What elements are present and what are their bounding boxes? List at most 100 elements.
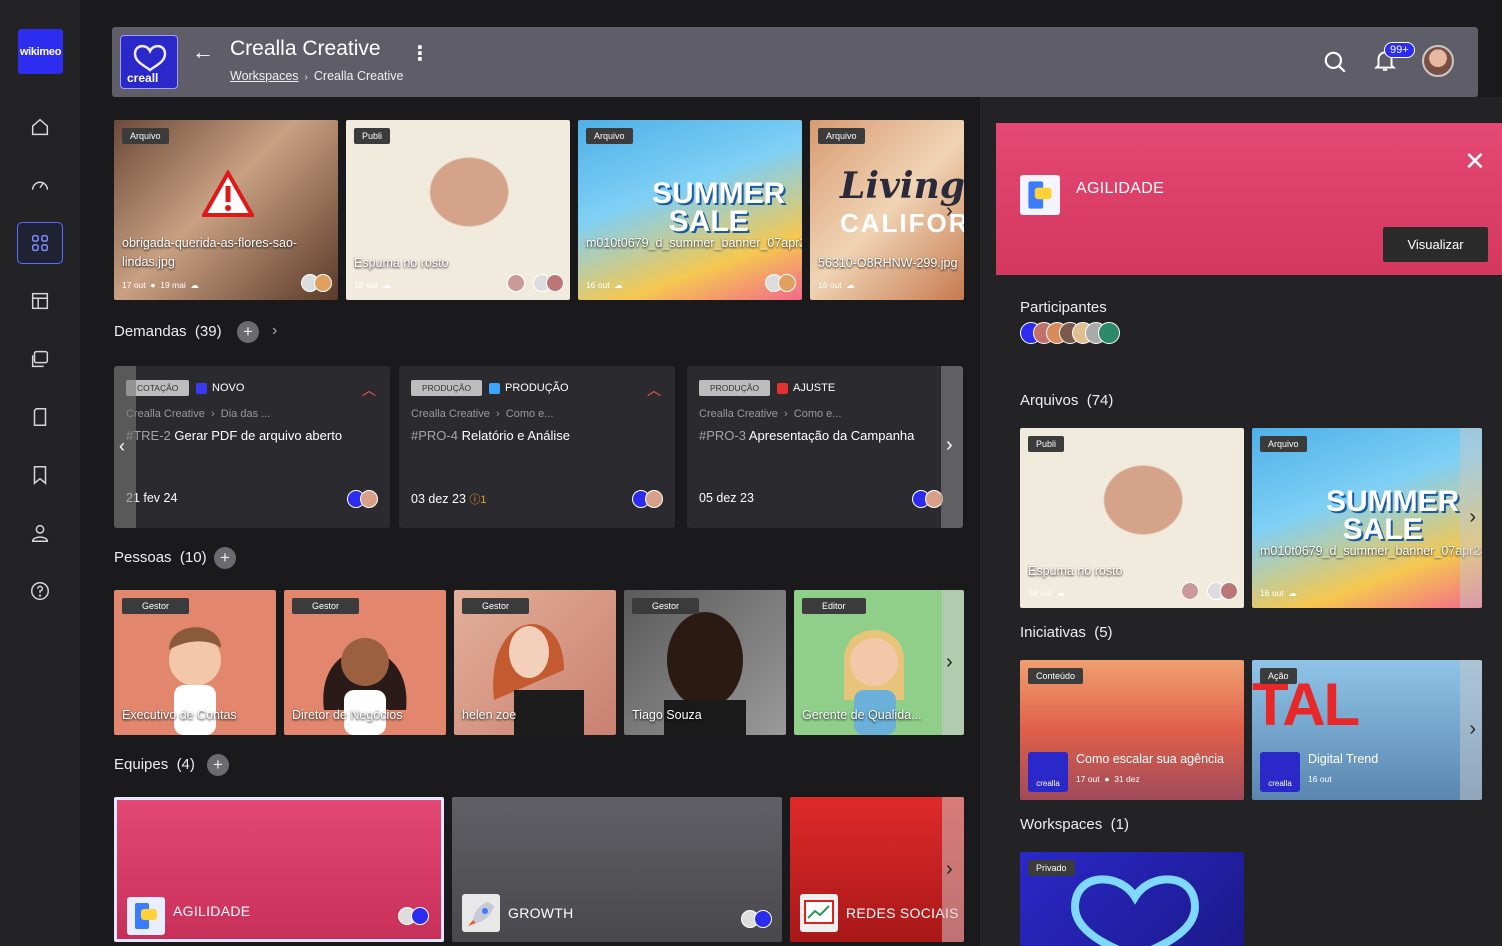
document-icon[interactable] — [17, 396, 63, 438]
file-name: Espuma no rosto — [1028, 564, 1123, 578]
warning-icon — [200, 168, 256, 223]
team-card[interactable]: GROWTH — [452, 797, 782, 942]
file-date: 18 out ☁ — [1028, 588, 1065, 598]
task-name: #PRO-3 Apresentação da Campanha — [699, 428, 915, 443]
task-path: Crealla Creative › Dia das ... — [126, 408, 271, 420]
workspace-logo-text: creall — [127, 71, 159, 85]
breadcrumb-workspaces-link[interactable]: Workspaces — [230, 69, 299, 83]
person-card[interactable]: Editor Gerente de Qualida... — [794, 590, 964, 735]
file-name: Espuma no rosto — [354, 256, 449, 270]
initiative-type-chip: Ação — [1260, 668, 1297, 684]
status-color-icon — [196, 382, 207, 394]
workspaces-grid-icon[interactable] — [17, 222, 63, 264]
file-card[interactable]: Publi Espuma no rosto 18 out ☁ — [1020, 428, 1244, 608]
add-pessoa-button[interactable]: + — [214, 547, 236, 569]
file-type-chip: Arquivo — [1260, 436, 1307, 452]
task-card[interactable]: COTAÇÃO NOVO ︿ Crealla Creative › Dia da… — [114, 366, 390, 528]
file-card[interactable]: Arquivo obrigada-querida-as-flores-sao-l… — [114, 120, 338, 300]
task-card[interactable]: PRODUÇÃO AJUSTE Crealla Creative › Como … — [687, 366, 963, 528]
task-type-chip: PRODUÇÃO — [699, 380, 771, 396]
file-card[interactable]: Publi Espuma no rosto 18 out ☁ — [346, 120, 570, 300]
task-date: 05 dez 23 — [699, 491, 754, 505]
status-color-icon — [777, 382, 788, 394]
add-demanda-button[interactable]: + — [237, 321, 259, 343]
bookmark-icon[interactable] — [17, 454, 63, 496]
initiative-card[interactable]: TAL Ação crealla Digital Trend 16 out › — [1252, 660, 1482, 800]
file-type-chip: Publi — [354, 128, 391, 144]
carousel-next-icon[interactable]: › — [1469, 718, 1476, 741]
file-date: 16 out ☁ — [818, 280, 855, 290]
file-name: m010t0679_d_summer_banner_07apr23.jpg — [1260, 544, 1482, 558]
collapse-caret-icon[interactable]: ︿ — [362, 380, 376, 400]
avatar — [645, 490, 663, 508]
stack-icon[interactable] — [17, 338, 63, 380]
app-logo[interactable]: wikimeo — [18, 29, 63, 74]
file-date: 17 out ● 19 mai ☁ — [122, 280, 199, 290]
avatar — [1220, 582, 1238, 600]
person-role-chip: Gestor — [292, 598, 360, 614]
avatar[interactable] — [1098, 322, 1120, 344]
initiative-card[interactable]: Conteúdo crealla Como escalar sua agênci… — [1020, 660, 1244, 800]
user-avatar[interactable] — [1422, 45, 1454, 77]
user-icon[interactable] — [17, 512, 63, 554]
initiative-dates: 17 out ● 31 dez — [1076, 774, 1140, 784]
initiative-type-chip: Conteúdo — [1028, 668, 1084, 684]
carousel-next-icon[interactable]: › — [946, 434, 953, 457]
help-icon[interactable] — [17, 570, 63, 612]
carousel-next-icon[interactable]: › — [946, 858, 953, 881]
avatar — [546, 274, 564, 292]
crealla-logo: crealla — [1260, 752, 1300, 792]
carousel-next-icon[interactable]: › — [1469, 506, 1476, 529]
avatar — [314, 274, 332, 292]
file-name: 56310-O8RHNW-299.jpg — [818, 256, 958, 270]
notification-badge: 99+ — [1384, 42, 1415, 58]
pessoas-section-title: Pessoas (10) — [114, 549, 207, 566]
visualizar-button[interactable]: Visualizar — [1383, 227, 1488, 262]
workspaces-title: Workspaces (1) — [1020, 816, 1129, 833]
person-name: Executivo de Contas — [122, 708, 237, 722]
collapse-caret-icon[interactable]: ︿ — [647, 380, 661, 400]
initiative-dates: 16 out — [1308, 774, 1332, 784]
add-equipe-button[interactable]: + — [207, 754, 229, 776]
task-path: Crealla Creative › Como e... — [699, 408, 842, 420]
close-icon[interactable]: ✕ — [1464, 146, 1486, 177]
file-card[interactable]: SUMMER SALE Arquivo m010t0679_d_summer_b… — [578, 120, 802, 300]
task-card[interactable]: PRODUÇÃO PRODUÇÃO ︿ Crealla Creative › C… — [399, 366, 675, 528]
layout-icon[interactable] — [17, 280, 63, 322]
carousel-prev-icon[interactable]: ‹ — [119, 436, 125, 457]
avatar — [507, 274, 525, 292]
search-icon[interactable] — [1322, 49, 1348, 80]
file-type-chip: Publi — [1028, 436, 1065, 452]
dashboard-gauge-icon[interactable] — [17, 164, 63, 206]
file-card[interactable]: Living CALIFOR Arquivo 56310-O8RHNW-299.… — [810, 120, 964, 300]
page-title: Crealla Creative — [230, 37, 381, 60]
back-arrow-icon[interactable]: ← — [192, 39, 214, 65]
avatar-group — [398, 907, 429, 925]
team-name: GROWTH — [508, 905, 574, 921]
file-card[interactable]: SUMMER SALE Arquivo m010t0679_d_summer_b… — [1252, 428, 1482, 608]
carousel-prev-overlay[interactable] — [114, 366, 136, 528]
file-name: obrigada-querida-as-flores-sao-lindas.jp… — [122, 236, 298, 269]
more-options-icon[interactable]: ⋮ — [410, 41, 430, 66]
carousel-next-icon[interactable]: › — [946, 651, 953, 674]
status-color-icon — [489, 382, 500, 394]
iniciativas-title: Iniciativas (5) — [1020, 624, 1113, 641]
demandas-expand-icon[interactable]: › — [272, 322, 277, 340]
person-card[interactable]: Gestor helen zoe — [454, 590, 616, 735]
team-card[interactable]: REDES SOCIAIS — [790, 797, 964, 942]
workspace-logo[interactable]: creall — [120, 35, 178, 89]
person-card[interactable]: Gestor Executivo de Contas — [114, 590, 276, 735]
chat-app-icon — [127, 897, 165, 935]
person-card[interactable]: Gestor Tiago Souza — [624, 590, 786, 735]
person-card[interactable]: Gestor Diretor de Negócios — [284, 590, 446, 735]
carousel-next-icon[interactable]: › — [946, 200, 953, 223]
team-card[interactable]: AGILIDADE — [114, 797, 444, 942]
workspace-card[interactable]: Privado — [1020, 852, 1244, 946]
file-type-chip: Arquivo — [586, 128, 633, 144]
avatar — [1181, 582, 1199, 600]
sidebar: wikimeo — [0, 0, 80, 946]
home-icon[interactable] — [17, 106, 63, 148]
person-name: Diretor de Negócios — [292, 708, 403, 722]
avatar-group — [1181, 582, 1238, 600]
file-type-chip: Arquivo — [818, 128, 865, 144]
